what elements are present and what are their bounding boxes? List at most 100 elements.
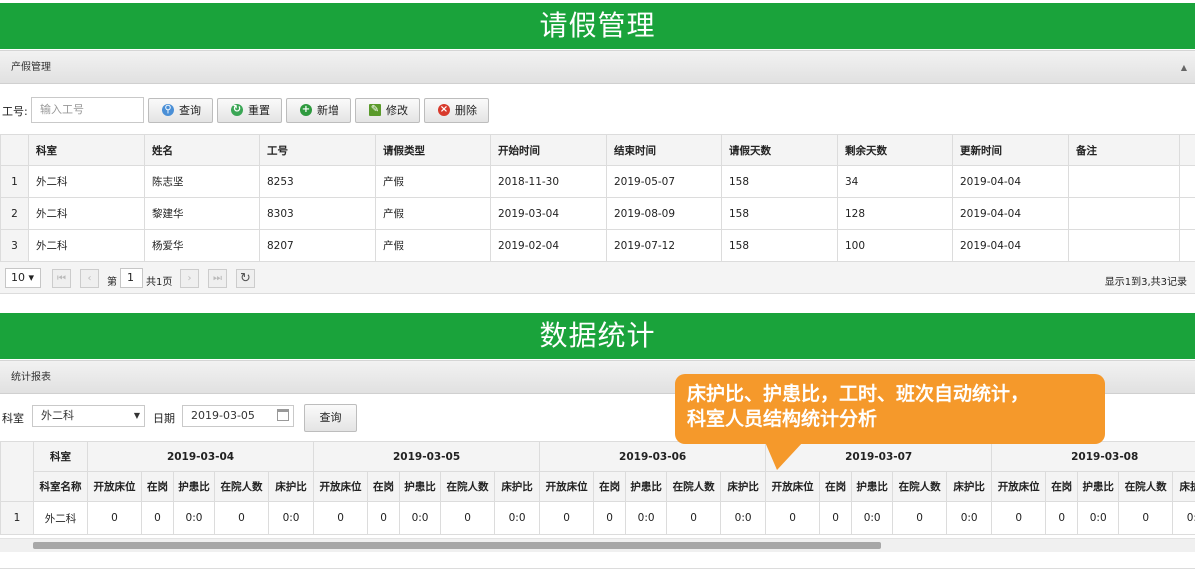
cell: 2019-02-04: [490, 229, 607, 262]
last-page-icon[interactable]: ⏭: [208, 269, 227, 288]
row-number-header: [0, 134, 29, 166]
subcol-header: 在岗: [593, 471, 627, 502]
next-page-icon[interactable]: ›: [180, 269, 199, 288]
subcol-header: 在岗: [819, 471, 853, 502]
cell: 产假: [375, 229, 491, 262]
subcol-header: 床护比: [267, 471, 315, 502]
add-button[interactable]: + 新增: [286, 98, 351, 123]
column-header[interactable]: 结束时间: [606, 134, 722, 166]
cell: 0: [141, 501, 174, 535]
column-header[interactable]: 剩余天数: [837, 134, 953, 166]
cell: 2019-05-07: [606, 165, 722, 198]
scrollbar-thumb[interactable]: [33, 542, 881, 549]
column-header[interactable]: 工号: [259, 134, 376, 166]
leave-table: 科室 姓名 工号 请假类型 开始时间 结束时间 请假天数 剩余天数 更新时间 备…: [0, 134, 1195, 262]
corner-dept-header: 科室: [33, 441, 88, 472]
subcol-header: 在岗: [1045, 471, 1079, 502]
subcol-header: 开放床位: [539, 471, 595, 502]
divider: [0, 568, 1195, 569]
stats-date-row: 科室 2019-03-04 2019-03-05 2019-03-06 2019…: [0, 441, 1195, 502]
search-icon: ⚲: [162, 104, 174, 116]
stats-panel-title: 统计报表: [11, 372, 51, 383]
cell: 8207: [259, 229, 376, 262]
query-button[interactable]: ⚲ 查询: [148, 98, 213, 123]
cell: 0: [313, 501, 369, 535]
cell: 0:0: [399, 501, 442, 535]
column-header[interactable]: 备注: [1068, 134, 1180, 166]
row-number-header: [0, 441, 34, 502]
subcol-header: 床护比: [720, 471, 767, 502]
employee-id-input[interactable]: [31, 97, 144, 123]
cell: 34: [837, 165, 953, 198]
column-header[interactable]: 请假天数: [721, 134, 838, 166]
column-header[interactable]: 请假类型: [375, 134, 491, 166]
page-prefix: 第: [107, 277, 117, 288]
subcol-header: 护患比: [1077, 471, 1120, 502]
delete-icon: ×: [438, 104, 450, 116]
row-number: 2: [0, 197, 29, 230]
prev-page-icon[interactable]: ‹: [80, 269, 99, 288]
cell: 0: [765, 501, 821, 535]
cell: 2019-04-04: [952, 197, 1069, 230]
horizontal-scrollbar[interactable]: [0, 538, 1195, 552]
feature-callout: 床护比、护患比，工时、班次自动统计， 科室人员结构统计分析: [675, 374, 1105, 444]
page-number-input[interactable]: 1: [120, 268, 143, 288]
dept-select[interactable]: 外二科 ▼: [32, 405, 145, 427]
chevron-down-icon: ▼: [133, 411, 140, 420]
cell: 陈志坚: [144, 165, 260, 198]
column-header[interactable]: 开始时间: [490, 134, 607, 166]
cell: 0:0: [173, 501, 215, 535]
date-label: 日期: [153, 412, 175, 425]
collapse-icon[interactable]: ▲: [1181, 51, 1187, 85]
calendar-icon[interactable]: [277, 409, 289, 421]
stats-subheader-row: 科室名称 开放床位 在岗 护患比 在院人数 床护比 开放床位 在岗 护患比 在院…: [1, 471, 1195, 502]
delete-button[interactable]: × 删除: [424, 98, 489, 123]
cell: 0:0: [720, 501, 767, 535]
subcol-header: 在院人数: [892, 471, 948, 502]
cell: 0:0: [1077, 501, 1120, 535]
subcol-header: 在院人数: [666, 471, 722, 502]
cell: 2019-04-04: [952, 165, 1069, 198]
callout-line-1: 床护比、护患比，工时、班次自动统计，: [687, 383, 1030, 405]
date-header: 2019-03-04: [86, 441, 315, 472]
row-number: 3: [0, 229, 29, 262]
first-page-icon[interactable]: ⏮: [52, 269, 71, 288]
callout-line-2: 科室人员结构统计分析: [687, 408, 878, 430]
page-size-select[interactable]: 10 ▾: [5, 268, 41, 288]
cell-filler: [1179, 229, 1195, 262]
refresh-icon[interactable]: ↻: [236, 269, 255, 288]
cell: 0: [214, 501, 269, 535]
column-header[interactable]: 姓名: [144, 134, 260, 166]
table-row[interactable]: 1 外二科 陈志坚 8253 产假 2018-11-30 2019-05-07 …: [0, 165, 1195, 198]
subcol-header: 护患比: [173, 471, 215, 502]
subcol-header: 开放床位: [313, 471, 369, 502]
cell: 0: [1045, 501, 1079, 535]
cell: 0: [87, 501, 142, 535]
employee-id-label: 工号:: [2, 105, 28, 118]
column-header[interactable]: 科室: [28, 134, 145, 166]
table-row[interactable]: 3 外二科 杨爱华 8207 产假 2019-02-04 2019-07-12 …: [0, 229, 1195, 262]
reset-button[interactable]: ↻ 重置: [217, 98, 282, 123]
cell: 158: [721, 197, 838, 230]
cell: 128: [837, 197, 953, 230]
record-summary: 显示1到3,共3记录: [1104, 277, 1187, 288]
edit-button[interactable]: ✎ 修改: [355, 98, 420, 123]
cell: 0: [991, 501, 1047, 535]
cell: 0:0: [851, 501, 894, 535]
subcol-header: 护患比: [851, 471, 894, 502]
cell: 2019-04-04: [952, 229, 1069, 262]
cell: 0: [819, 501, 853, 535]
cell-filler: [1179, 165, 1195, 198]
table-row[interactable]: 1 外二科 0 0 0:0 0 0:0 0 0 0:0 0 0:0 0 0 0:…: [0, 501, 1195, 535]
leave-header-row: 科室 姓名 工号 请假类型 开始时间 结束时间 请假天数 剩余天数 更新时间 备…: [0, 134, 1195, 166]
cell: 0: [440, 501, 496, 535]
cell: 0: [367, 501, 401, 535]
stats-query-button[interactable]: 查询: [304, 404, 357, 432]
subcol-header: 开放床位: [765, 471, 821, 502]
pencil-icon: ✎: [369, 104, 381, 116]
date-field[interactable]: 2019-03-05: [182, 405, 294, 427]
table-row[interactable]: 2 外二科 黎建华 8303 产假 2019-03-04 2019-08-09 …: [0, 197, 1195, 230]
column-header[interactable]: 更新时间: [952, 134, 1069, 166]
subcol-header: 床护比: [946, 471, 993, 502]
subcol-header: 开放床位: [87, 471, 142, 502]
